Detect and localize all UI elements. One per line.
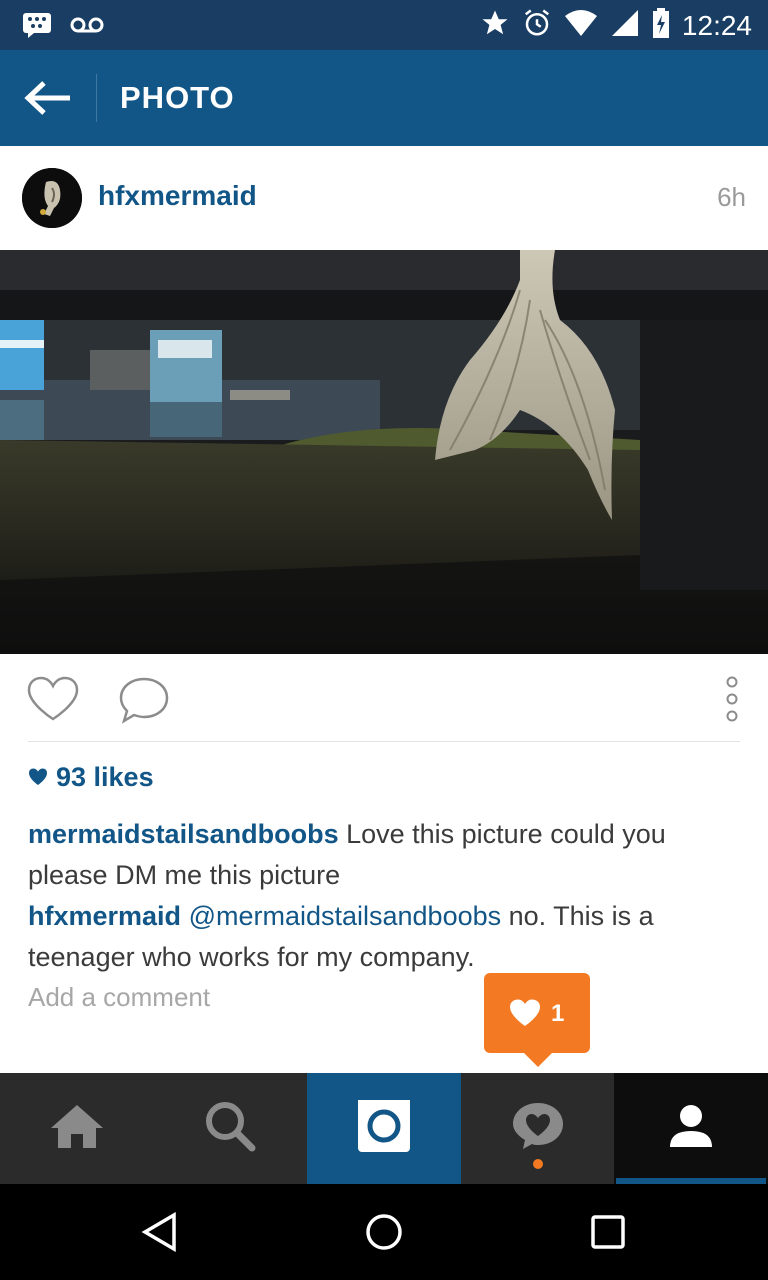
voicemail-icon [70, 15, 104, 40]
likes-count[interactable]: 93 likes [28, 762, 154, 793]
clock: 12:24 [681, 9, 752, 41]
post-photo[interactable] [0, 250, 768, 654]
tab-profile[interactable] [614, 1073, 768, 1184]
activity-heart-bubble-icon [511, 1101, 565, 1156]
more-options-icon[interactable] [722, 674, 742, 729]
app-bar-divider [96, 74, 97, 122]
star-icon [480, 8, 510, 43]
battery-icon [652, 8, 670, 43]
nav-back-icon[interactable] [140, 1211, 180, 1257]
comment-username[interactable]: hfxmermaid [28, 901, 181, 931]
activity-dot [532, 1159, 543, 1169]
bbm-icon [22, 12, 52, 43]
profile-icon [668, 1103, 714, 1154]
nav-home-icon[interactable] [364, 1212, 404, 1257]
notification-count: 1 [551, 1000, 565, 1027]
comment-mention[interactable]: @mermaidstailsandboobs [181, 901, 502, 931]
app-bar: PHOTO [0, 50, 768, 146]
divider [28, 741, 740, 742]
comments-list: mermaidstailsandboobs Love this picture … [28, 814, 740, 978]
tab-camera[interactable] [307, 1073, 461, 1184]
wifi-icon [564, 8, 598, 43]
likes-text: 93 likes [56, 762, 154, 792]
avatar[interactable] [22, 168, 82, 228]
signal-icon [610, 8, 640, 43]
comment-item: mermaidstailsandboobs Love this picture … [28, 814, 740, 896]
post-username[interactable]: hfxmermaid [98, 180, 257, 212]
home-icon [49, 1102, 105, 1155]
tab-activity[interactable] [461, 1073, 615, 1184]
alarm-icon [522, 8, 552, 43]
add-comment-input[interactable]: Add a comment [28, 982, 210, 1013]
nav-recents-icon[interactable] [590, 1214, 626, 1255]
comment-item: hfxmermaid @mermaidstailsandboobs no. Th… [28, 896, 740, 978]
heart-icon [508, 998, 542, 1033]
activity-notification-bubble[interactable]: 1 [484, 973, 590, 1067]
arrow-left-icon[interactable] [24, 80, 74, 116]
status-bar: 12:24 [0, 0, 768, 50]
page-title: PHOTO [120, 80, 235, 115]
comment-username[interactable]: mermaidstailsandboobs [28, 819, 339, 849]
bubble-pointer [524, 1053, 552, 1067]
tab-bar [0, 1073, 768, 1184]
search-icon [204, 1100, 256, 1157]
comment-bubble-icon[interactable] [118, 676, 170, 729]
like-heart-icon[interactable] [26, 676, 80, 727]
post-actions [0, 654, 768, 742]
tab-home[interactable] [0, 1073, 154, 1184]
system-nav-bar [0, 1184, 768, 1280]
small-heart-icon [28, 762, 48, 793]
tab-search[interactable] [154, 1073, 308, 1184]
post-header: hfxmermaid 6h [0, 146, 768, 250]
post-time: 6h [717, 182, 746, 212]
camera-icon [357, 1099, 411, 1158]
